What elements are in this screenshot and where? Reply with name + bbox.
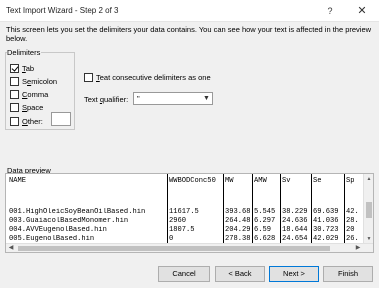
preview-cell: 278.38 [225, 235, 251, 243]
preview-cell: 001.HighOleicSoyBeanOilBased.hin [9, 208, 146, 216]
preview-header-cell: Se [313, 177, 322, 185]
preview-cell: 204.29 [225, 226, 251, 234]
semicolon-checkbox-row[interactable]: Semicolon [10, 76, 57, 86]
comma-checkbox[interactable] [10, 89, 19, 99]
preview-cell: 42. [346, 208, 359, 216]
preview-cell: 1807.5 [169, 226, 195, 234]
data-preview-grid: NAME WWBODConc50 MW AMW Sv Se Sp 001.Hig… [6, 174, 364, 244]
preview-header-cell: Sv [282, 177, 291, 185]
preview-header-cell: MW [225, 177, 234, 185]
data-preview-box[interactable]: NAME WWBODConc50 MW AMW Sv Se Sp 001.Hig… [5, 173, 374, 253]
column-separator [223, 174, 224, 244]
finish-button[interactable]: Finish [323, 266, 373, 282]
preview-cell: 393.68 [225, 208, 251, 216]
delimiters-label: Delimiters [7, 48, 42, 57]
comma-label: Comma [22, 89, 49, 99]
column-separator [280, 174, 281, 244]
preview-cell: 69.639 [313, 208, 339, 216]
preview-cell: 11617.5 [169, 208, 199, 216]
column-separator [311, 174, 312, 244]
window-title: Text Import Wizard - Step 2 of 3 [6, 6, 119, 15]
preview-cell: 005.EugenolBased.hin [9, 235, 95, 243]
next-button[interactable]: Next > [269, 266, 319, 282]
preview-header-cell: Sp [346, 177, 355, 185]
semicolon-checkbox[interactable] [10, 76, 19, 86]
back-button[interactable]: < Back [215, 266, 265, 282]
preview-cell: 18.644 [282, 226, 308, 234]
scroll-left-icon[interactable]: ◀ [6, 244, 16, 252]
chevron-down-icon[interactable]: ▼ [201, 93, 212, 104]
preview-cell: 264.48 [225, 217, 251, 225]
other-checkbox-row[interactable]: Other: [10, 116, 43, 126]
preview-cell: 004.AVVEugenolBased.hin [9, 226, 107, 234]
preview-cell: 6.59 [254, 226, 272, 234]
treat-consecutive-checkbox[interactable] [84, 73, 93, 82]
preview-header-cell: WWBODConc50 [169, 177, 216, 185]
column-separator [167, 174, 168, 244]
space-checkbox[interactable] [10, 102, 19, 112]
tab-checkbox[interactable] [10, 63, 19, 73]
text-qualifier-select[interactable]: " ▼ [133, 92, 213, 105]
cancel-button[interactable]: Cancel [158, 266, 210, 282]
preview-cell: 20 [346, 226, 355, 234]
preview-cell: 0 [169, 235, 174, 243]
horizontal-scroll-thumb[interactable] [18, 246, 330, 251]
scroll-up-icon[interactable]: ▲ [364, 174, 373, 184]
title-bar: Text Import Wizard - Step 2 of 3 ? ✕ [0, 0, 379, 22]
preview-cell: 38.229 [282, 208, 308, 216]
preview-cell: 2960 [169, 217, 187, 225]
treat-consecutive-row[interactable]: Teat consecutive delimiters as one [84, 73, 211, 82]
space-checkbox-row[interactable]: Space [10, 102, 43, 112]
preview-vertical-scrollbar[interactable]: ▲ ▼ [363, 174, 373, 244]
preview-header-cell: NAME [9, 177, 27, 185]
preview-cell: 28. [346, 217, 359, 225]
preview-cell: 41.036 [313, 217, 339, 225]
preview-cell: 26. [346, 235, 359, 243]
preview-horizontal-scrollbar[interactable]: ◀ ▶ [6, 243, 373, 252]
preview-cell: 24.636 [282, 217, 308, 225]
tab-label: Tab [22, 63, 35, 73]
preview-cell: 42.029 [313, 235, 339, 243]
space-label: Space [22, 102, 44, 112]
text-qualifier-value: " [137, 94, 140, 103]
comma-checkbox-row[interactable]: Comma [10, 89, 48, 99]
close-button[interactable]: ✕ [348, 0, 376, 22]
treat-consecutive-label: Teat consecutive delimiters as one [96, 73, 211, 82]
text-qualifier-label: Text qualifier: [84, 95, 129, 104]
scroll-right-icon[interactable]: ▶ [353, 244, 363, 252]
preview-cell: 24.654 [282, 235, 308, 243]
tab-checkbox-row[interactable]: Tab [10, 63, 34, 73]
preview-cell: 30.723 [313, 226, 339, 234]
preview-cell: 6.297 [254, 217, 276, 225]
preview-header-cell: AMW [254, 177, 267, 185]
help-button[interactable]: ? [318, 0, 342, 22]
preview-cell: 6.628 [254, 235, 276, 243]
step-description: This screen lets you set the delimiters … [6, 25, 372, 43]
column-separator [252, 174, 253, 244]
other-delimiter-input[interactable] [51, 112, 71, 126]
preview-cell: 5.545 [254, 208, 276, 216]
other-label: Other: [22, 116, 43, 126]
column-separator [344, 174, 345, 244]
preview-cell: 003.GuaiacolBasedMonomer.hin [9, 217, 129, 225]
vertical-scroll-thumb[interactable] [366, 202, 372, 218]
other-checkbox[interactable] [10, 116, 19, 126]
semicolon-label: Semicolon [22, 76, 58, 86]
